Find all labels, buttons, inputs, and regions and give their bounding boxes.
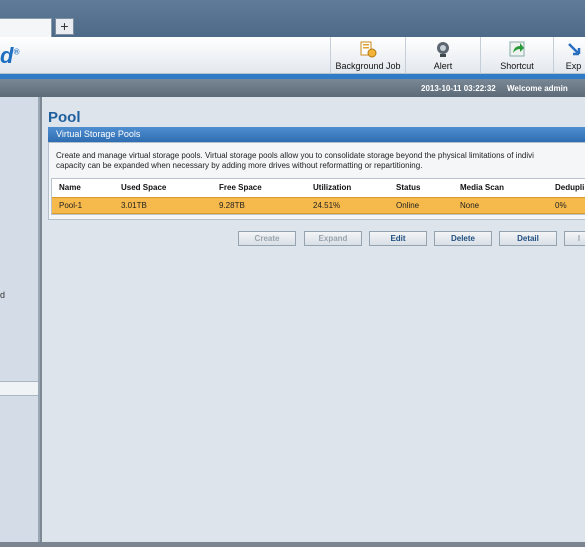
column-header-status[interactable]: Status: [396, 183, 420, 192]
storage-pools-panel: Create and manage virtual storage pools.…: [48, 142, 585, 220]
table-row[interactable]: Pool-1 3.01TB 9.28TB 24.51% Online None …: [52, 197, 585, 214]
left-nav: d: [0, 97, 40, 542]
column-header-free-space[interactable]: Free Space: [219, 183, 262, 192]
app-header: d® Background Job Alert Shortcut Exp: [0, 37, 585, 74]
table-header-row: Name Used Space Free Space Utilization S…: [52, 179, 585, 197]
cell-status: Online: [396, 201, 420, 210]
alert-icon: [437, 42, 449, 57]
expand-button[interactable]: Expand: [304, 231, 362, 246]
edit-button[interactable]: Edit: [369, 231, 427, 246]
create-button[interactable]: Create: [238, 231, 296, 246]
nav-item-label[interactable]: d: [0, 290, 5, 300]
column-header-name[interactable]: Name: [59, 183, 81, 192]
app-logo: d®: [0, 43, 20, 68]
column-header-media-scan[interactable]: Media Scan: [460, 183, 504, 192]
detail-button[interactable]: Detail: [499, 231, 557, 246]
browser-tab[interactable]: [0, 18, 52, 37]
column-header-utilization[interactable]: Utilization: [313, 183, 351, 192]
background-job-icon: [360, 41, 377, 58]
welcome-text: Welcome admin: [507, 84, 568, 93]
nav-item-selected[interactable]: [0, 381, 38, 396]
browser-tab-strip: +: [0, 0, 585, 37]
status-datetime: 2013-10-11 03:22:32: [421, 84, 496, 93]
export-button[interactable]: Exp: [553, 37, 585, 74]
bottom-border: [0, 542, 585, 547]
alert-button[interactable]: Alert: [405, 37, 480, 74]
pool-table: Name Used Space Free Space Utilization S…: [51, 178, 585, 215]
column-header-used-space[interactable]: Used Space: [121, 183, 166, 192]
panel-description: Create and manage virtual storage pools.…: [56, 151, 534, 170]
page-title: Pool: [48, 109, 81, 126]
delete-button[interactable]: Delete: [434, 231, 492, 246]
cell-pool-name: Pool-1: [59, 201, 83, 210]
cell-utilization: 24.51%: [313, 201, 341, 210]
export-icon: [567, 43, 580, 56]
cell-media-scan: None: [460, 201, 480, 210]
column-header-dedupe[interactable]: Dedupli: [555, 183, 584, 192]
new-tab-button[interactable]: +: [55, 18, 74, 35]
status-bar: 2013-10-11 03:22:32 Welcome admin: [0, 79, 585, 97]
cell-dedupe: 0%: [555, 201, 567, 210]
panel-header: Virtual Storage Pools: [48, 127, 585, 142]
main-content: Pool Virtual Storage Pools Create and ma…: [42, 97, 585, 542]
cell-used-space: 3.01TB: [121, 201, 147, 210]
shortcut-button[interactable]: Shortcut: [480, 37, 553, 74]
info-button[interactable]: I: [564, 231, 585, 246]
background-job-button[interactable]: Background Job: [330, 37, 405, 74]
cell-free-space: 9.28TB: [219, 201, 245, 210]
shortcut-icon: [509, 41, 525, 57]
